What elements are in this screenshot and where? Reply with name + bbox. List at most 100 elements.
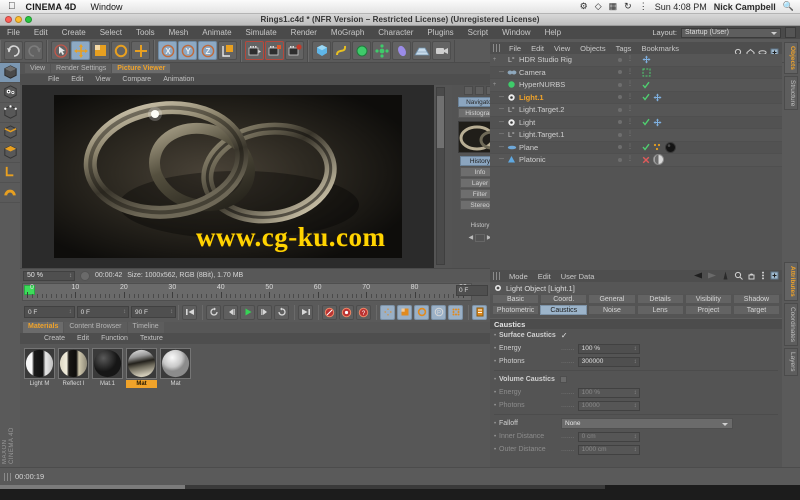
fit-icon[interactable] — [475, 86, 484, 95]
field-photons[interactable]: 10000 — [577, 400, 640, 411]
menu-character[interactable]: Character — [371, 28, 420, 37]
visibility-dots[interactable]: ⋮ — [618, 144, 633, 150]
layout-grid-icon[interactable] — [785, 27, 796, 38]
panel-grip[interactable] — [493, 44, 500, 52]
point-level-animation-button[interactable] — [448, 304, 464, 320]
om-menu-tags[interactable]: Tags — [611, 44, 637, 53]
timeline-ruler[interactable]: 0102030405060708090 — [22, 283, 472, 301]
deformer-button[interactable] — [392, 41, 411, 60]
picture-viewer-canvas[interactable] — [22, 85, 434, 268]
pv-menu-file[interactable]: File — [42, 76, 65, 83]
menu-animate[interactable]: Animate — [195, 28, 238, 37]
attr-tab-target[interactable]: Target — [732, 305, 781, 315]
object-name[interactable]: Light.1 — [519, 93, 544, 102]
menu-create[interactable]: Create — [55, 28, 93, 37]
apple-logo-icon[interactable]:  — [8, 1, 16, 12]
attr-tab-basic[interactable]: Basic — [492, 294, 540, 304]
mat-menu-edit[interactable]: Edit — [71, 335, 95, 342]
vtab-structure[interactable]: Structure — [784, 75, 798, 111]
step-forward-button[interactable] — [257, 304, 273, 320]
am-menu-mode[interactable]: Mode — [504, 272, 533, 281]
expand-toggle[interactable]: + — [490, 82, 499, 88]
status-grip[interactable] — [4, 472, 11, 481]
material-name[interactable]: Light M — [24, 380, 55, 388]
x-tag-icon[interactable] — [642, 156, 650, 164]
keyframe-selection-button[interactable]: ? — [356, 304, 372, 320]
render-view-button[interactable] — [245, 41, 264, 60]
axis-lock-tool[interactable] — [0, 163, 20, 183]
move-tag-icon[interactable] — [642, 55, 651, 64]
home-icon[interactable] — [746, 44, 755, 56]
field-outer-distance[interactable]: 1000 cm — [577, 444, 640, 455]
bluetooth-icon[interactable]: ⚙ — [580, 1, 588, 12]
visibility-dots[interactable]: ⋮ — [618, 56, 633, 62]
video-player-progress-bar[interactable] — [0, 485, 800, 500]
object-row[interactable]: + HyperNURBS ⋮ — [490, 79, 782, 92]
step-back-button[interactable] — [223, 304, 239, 320]
play-button[interactable] — [240, 304, 256, 320]
menubar-user[interactable]: Nick Campbell — [714, 2, 776, 12]
menu-icon[interactable] — [760, 267, 766, 285]
object-mode-tool[interactable] — [0, 83, 20, 103]
eye-icon[interactable] — [758, 44, 767, 55]
checkbox-surface-caustics[interactable]: ✓ — [561, 331, 569, 340]
model-mode-tool[interactable] — [0, 63, 20, 83]
autokeying-button[interactable] — [339, 304, 355, 320]
mat-menu-create[interactable]: Create — [38, 335, 71, 342]
current-frame-input[interactable]: 0 F — [24, 306, 75, 318]
menu-file[interactable]: File — [0, 28, 27, 37]
scale-key-button[interactable] — [397, 304, 413, 320]
om-menu-view[interactable]: View — [549, 44, 575, 53]
menu-app-name[interactable]: CINEMA 4D — [26, 2, 77, 12]
field-inner-distance[interactable]: 0 cm — [577, 431, 640, 442]
history-prev-icon[interactable]: ◀ — [469, 234, 474, 242]
mat-menu-texture[interactable]: Texture — [134, 335, 169, 342]
object-row[interactable]: + L° HDR Studio Rig ⋮ — [490, 54, 782, 67]
forward-arrow-icon[interactable] — [707, 267, 717, 285]
pv-tab-view[interactable]: View — [25, 64, 51, 73]
object-row[interactable]: ─ Camera ⋮ — [490, 66, 782, 79]
render-settings-button[interactable] — [285, 41, 304, 60]
object-tags[interactable] — [642, 93, 662, 102]
mat-tab-materials[interactable]: Materials — [23, 322, 64, 333]
pv-tab-render-settings[interactable]: Render Settings — [51, 64, 112, 73]
back-arrow-icon[interactable] — [693, 267, 703, 285]
checkbox-volume-caustics[interactable] — [559, 376, 567, 383]
display-icon[interactable]: ▦ — [609, 1, 618, 12]
live-selection-button[interactable] — [51, 41, 70, 60]
dots-tag-icon[interactable] — [653, 143, 662, 151]
next-key-button[interactable] — [274, 304, 290, 320]
attr-tab-caustics[interactable]: Caustics — [540, 305, 588, 315]
sync-icon[interactable]: ↻ — [624, 1, 632, 12]
om-menu-objects[interactable]: Objects — [575, 44, 610, 53]
environment-button[interactable] — [412, 41, 431, 60]
menu-mesh[interactable]: Mesh — [162, 28, 196, 37]
object-name[interactable]: Platonic — [519, 155, 546, 164]
expand-toggle[interactable]: + — [490, 57, 499, 63]
om-menu-bookmarks[interactable]: Bookmarks — [636, 44, 684, 53]
point-mode-tool[interactable] — [0, 103, 20, 123]
spline-button[interactable] — [332, 41, 351, 60]
object-name[interactable]: Light — [519, 118, 535, 127]
menu-window[interactable]: Window — [90, 2, 122, 12]
z-axis-button[interactable]: Z — [198, 41, 217, 60]
mat-tab-timeline[interactable]: Timeline — [127, 322, 164, 333]
field-energy[interactable]: 100 % — [577, 343, 640, 354]
layers-icon[interactable] — [464, 86, 473, 95]
cube-button[interactable] — [312, 41, 331, 60]
y-axis-button[interactable]: Y — [178, 41, 197, 60]
object-row[interactable]: ─ Plane ⋮ — [490, 141, 782, 154]
menu-script[interactable]: Script — [461, 28, 495, 37]
menu-mograph[interactable]: MoGraph — [324, 28, 371, 37]
check-tag-icon[interactable] — [642, 118, 650, 126]
material-item[interactable]: Mat — [160, 348, 191, 388]
polygon-mode-tool[interactable] — [0, 143, 20, 163]
undo-button[interactable] — [4, 41, 23, 60]
search-icon[interactable] — [734, 267, 743, 285]
object-tags[interactable] — [642, 118, 662, 127]
object-tags[interactable] — [642, 141, 676, 153]
menu-select[interactable]: Select — [93, 28, 129, 37]
animation-layer-button[interactable] — [472, 304, 488, 320]
visibility-dots[interactable]: ⋮ — [618, 94, 633, 100]
more-icon[interactable]: ⋮ — [639, 1, 648, 12]
